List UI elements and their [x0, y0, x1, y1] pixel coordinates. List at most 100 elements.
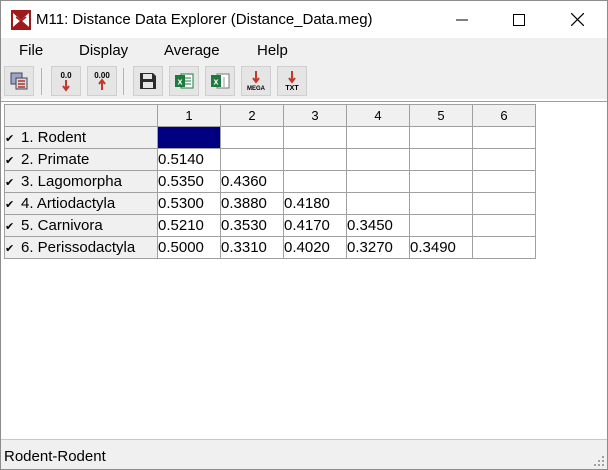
- matrix-cell[interactable]: [346, 192, 410, 215]
- row-header[interactable]: ✔ 1. Rodent: [4, 126, 158, 149]
- export-excel-button[interactable]: x: [169, 66, 199, 96]
- table-row: ✔ 1. Rodent: [4, 126, 536, 149]
- column-header[interactable]: 5: [409, 104, 473, 127]
- export-mega-button[interactable]: MEGA: [241, 66, 271, 96]
- matrix-cell[interactable]: 0.3450: [346, 214, 410, 237]
- menu-display[interactable]: Display: [79, 42, 128, 59]
- export-mega-label: MEGA: [247, 86, 266, 92]
- table-row: ✔ 2. Primate 0.5140: [4, 148, 536, 171]
- matrix-cell[interactable]: 0.3880: [220, 192, 284, 215]
- toolbar-separator: [123, 68, 124, 95]
- matrix-cell[interactable]: 0.3310: [220, 236, 284, 259]
- options-icon: [10, 72, 28, 90]
- row-header[interactable]: ✔ 2. Primate: [4, 148, 158, 171]
- menu-help[interactable]: Help: [257, 42, 288, 59]
- column-header[interactable]: 1: [157, 104, 221, 127]
- save-button[interactable]: [133, 66, 163, 96]
- menu-average[interactable]: Average: [164, 42, 220, 59]
- options-button[interactable]: [4, 66, 34, 96]
- table-row: ✔ 5. Carnivora 0.5210 0.3530 0.4170 0.345…: [4, 214, 536, 237]
- minimize-button[interactable]: [439, 1, 485, 38]
- decrease-decimals-button[interactable]: 0.0: [51, 66, 81, 96]
- taxon-label: 2. Primate: [21, 151, 90, 168]
- matrix-cell[interactable]: [409, 214, 473, 237]
- matrix-cell-selected[interactable]: [157, 126, 221, 149]
- maximize-button[interactable]: [496, 1, 542, 38]
- maximize-icon: [513, 13, 525, 26]
- matrix-cell[interactable]: [220, 126, 284, 149]
- menu-file[interactable]: File: [19, 42, 43, 59]
- matrix-cell[interactable]: 0.4020: [283, 236, 347, 259]
- resize-grip-icon[interactable]: [593, 455, 605, 467]
- matrix-cell[interactable]: [409, 192, 473, 215]
- checkmark-icon[interactable]: ✔: [6, 154, 18, 167]
- increase-decimals-button[interactable]: 0.00: [87, 66, 117, 96]
- decrease-decimals-label: 0.0: [60, 71, 72, 80]
- matrix-cell[interactable]: 0.3490: [409, 236, 473, 259]
- matrix-cell[interactable]: [346, 170, 410, 193]
- row-header[interactable]: ✔ 3. Lagomorpha: [4, 170, 158, 193]
- column-header[interactable]: 3: [283, 104, 347, 127]
- column-header[interactable]: 6: [472, 104, 536, 127]
- taxon-label: 3. Lagomorpha: [21, 173, 122, 190]
- close-icon: [570, 13, 584, 26]
- title-bar[interactable]: M11: Distance Data Explorer (Distance_Da…: [1, 1, 607, 38]
- matrix-cell[interactable]: 0.5000: [157, 236, 221, 259]
- table-row: ✔ 4. Artiodactyla 0.5300 0.3880 0.4180: [4, 192, 536, 215]
- matrix-cell[interactable]: [472, 236, 536, 259]
- export-txt-button[interactable]: TXT: [277, 66, 307, 96]
- matrix-cell[interactable]: 0.5300: [157, 192, 221, 215]
- checkmark-icon[interactable]: ✔: [6, 132, 18, 145]
- status-bar: Rodent-Rodent: [1, 439, 607, 469]
- table-row: ✔ 3. Lagomorpha 0.5350 0.4360: [4, 170, 536, 193]
- table-corner: [4, 104, 158, 127]
- matrix-cell[interactable]: [409, 170, 473, 193]
- status-text: Rodent-Rodent: [4, 448, 106, 465]
- matrix-cell[interactable]: [283, 126, 347, 149]
- matrix-cell[interactable]: [472, 148, 536, 171]
- table-row: ✔ 6. Perissodactyla 0.5000 0.3310 0.4020 …: [4, 236, 536, 259]
- export-txt-icon: TXT: [285, 71, 299, 92]
- window-title: M11: Distance Data Explorer (Distance_Da…: [36, 11, 373, 28]
- matrix-cell[interactable]: [220, 148, 284, 171]
- increase-decimals-label: 0.00: [94, 71, 110, 80]
- matrix-cell[interactable]: 0.5210: [157, 214, 221, 237]
- export-excel-alt-button[interactable]: x: [205, 66, 235, 96]
- row-header[interactable]: ✔ 6. Perissodactyla: [4, 236, 158, 259]
- matrix-cell[interactable]: 0.5140: [157, 148, 221, 171]
- column-header[interactable]: 2: [220, 104, 284, 127]
- close-button[interactable]: [554, 1, 600, 38]
- row-header[interactable]: ✔ 4. Artiodactyla: [4, 192, 158, 215]
- row-header[interactable]: ✔ 5. Carnivora: [4, 214, 158, 237]
- matrix-cell[interactable]: [346, 148, 410, 171]
- checkmark-icon[interactable]: ✔: [6, 198, 18, 211]
- decrease-decimals-icon: 0.0: [60, 71, 72, 92]
- matrix-cell[interactable]: 0.4180: [283, 192, 347, 215]
- matrix-cell[interactable]: [472, 192, 536, 215]
- matrix-cell[interactable]: 0.3270: [346, 236, 410, 259]
- matrix-cell[interactable]: 0.5350: [157, 170, 221, 193]
- taxon-label: 4. Artiodactyla: [21, 195, 116, 212]
- checkmark-icon[interactable]: ✔: [6, 242, 18, 255]
- matrix-cell[interactable]: 0.4360: [220, 170, 284, 193]
- taxon-label: 6. Perissodactyla: [21, 239, 136, 256]
- column-header[interactable]: 4: [346, 104, 410, 127]
- matrix-cell[interactable]: [472, 170, 536, 193]
- minimize-icon: [456, 19, 468, 20]
- taxon-label: 1. Rodent: [21, 129, 87, 146]
- matrix-cell[interactable]: 0.4170: [283, 214, 347, 237]
- matrix-cell[interactable]: [472, 126, 536, 149]
- matrix-cell[interactable]: [346, 126, 410, 149]
- matrix-cell[interactable]: [472, 214, 536, 237]
- checkmark-icon[interactable]: ✔: [6, 220, 18, 233]
- menu-bar: File Display Average Help: [1, 38, 607, 64]
- matrix-cell[interactable]: [409, 126, 473, 149]
- checkmark-icon[interactable]: ✔: [6, 176, 18, 189]
- increase-decimals-icon: 0.00: [94, 71, 110, 90]
- save-icon: [140, 73, 156, 89]
- toolbar: 0.0 0.00 x x MEGA TXT: [1, 64, 607, 99]
- matrix-cell[interactable]: [283, 148, 347, 171]
- matrix-cell[interactable]: [409, 148, 473, 171]
- matrix-cell[interactable]: [283, 170, 347, 193]
- matrix-cell[interactable]: 0.3530: [220, 214, 284, 237]
